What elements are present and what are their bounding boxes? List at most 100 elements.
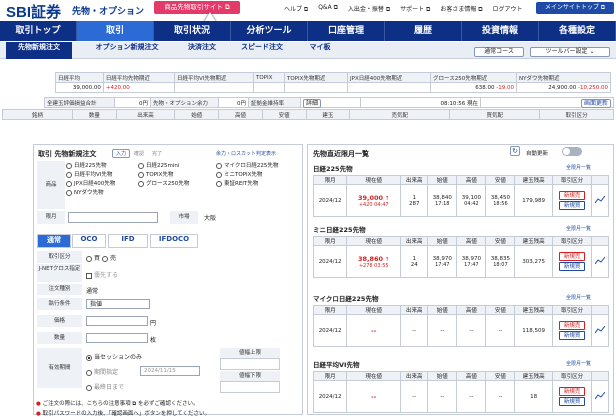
- tab-my-board[interactable]: マイ板: [300, 42, 340, 59]
- all-months-link[interactable]: 全限月一覧: [566, 164, 591, 171]
- col-head: 高値: [456, 305, 487, 315]
- tab-settlement-order[interactable]: 決済注文: [178, 42, 226, 59]
- chart-icon[interactable]: [591, 245, 609, 278]
- nav-account[interactable]: 口座管理: [308, 21, 385, 41]
- margin-losscut-link[interactable]: 余力・ロスカット判定表示: [216, 150, 276, 157]
- all-months-link[interactable]: 全限月一覧: [566, 360, 591, 367]
- product-growth250[interactable]: グロース250先物: [138, 180, 216, 189]
- col-head: [591, 236, 609, 246]
- high-cell: 38,970 17:47: [456, 245, 487, 278]
- help-link[interactable]: ヘルプ ⧉: [284, 4, 308, 14]
- limit-up-label: 値幅上限: [220, 348, 280, 358]
- product-jpx400[interactable]: JPX日経400先物: [66, 180, 138, 189]
- period-last-day[interactable]: 最終日まで: [86, 382, 124, 391]
- nav-analysis-tools[interactable]: 分析ツール: [231, 21, 308, 41]
- product-reit[interactable]: 東証REIT先物: [216, 180, 298, 189]
- tab-ifdoco[interactable]: IFDOCO: [150, 234, 198, 248]
- tab-option-new-order[interactable]: オプション新規注文: [84, 42, 170, 59]
- period-today[interactable]: 当セッションのみ: [86, 352, 142, 361]
- tab-ifd[interactable]: IFD: [108, 234, 148, 248]
- condition-label: 執行条件: [37, 298, 82, 310]
- new-sell-button[interactable]: 新規売: [559, 191, 586, 200]
- col-head: 安値: [485, 175, 516, 185]
- open-interest-cell: 179,989: [514, 184, 553, 217]
- sell-radio[interactable]: 売: [101, 255, 116, 262]
- nav-trade[interactable]: 取引: [77, 21, 154, 41]
- tab-futures-new-order[interactable]: 先物新規注文: [6, 42, 72, 59]
- new-sell-button[interactable]: 新規売: [559, 387, 586, 396]
- product-micro225[interactable]: マイクロ日経225先物: [216, 162, 298, 171]
- product-vi[interactable]: 日経平均VI先物: [66, 171, 138, 180]
- section-title: 日経225先物: [313, 165, 353, 173]
- chart-icon[interactable]: [591, 380, 609, 413]
- value: 詳細: [300, 97, 361, 108]
- chart-icon[interactable]: [591, 314, 609, 347]
- low-cell: 38,835 18:07: [485, 245, 516, 278]
- all-months-link[interactable]: 全限月一覧: [566, 225, 591, 232]
- nav-trade-top[interactable]: 取引トップ: [0, 21, 77, 41]
- new-buy-button[interactable]: 新規買: [559, 331, 586, 340]
- new-sell-button[interactable]: 新規売: [559, 252, 586, 261]
- jnet-label: J-NETクロス指定: [37, 264, 82, 282]
- col-head: 高値: [456, 236, 487, 246]
- nav-settings[interactable]: 各種設定: [539, 21, 616, 41]
- qa-link[interactable]: Q&A ⧉: [318, 4, 338, 14]
- product-nydow[interactable]: NYダウ先物: [66, 189, 138, 198]
- new-buy-button[interactable]: 新規買: [559, 201, 586, 210]
- period-range[interactable]: 期間指定: [86, 367, 118, 376]
- deposit-link[interactable]: 入出金・振替 ⧉: [348, 4, 390, 14]
- site-name: 先物・オプション: [72, 7, 145, 17]
- col-head: 限月: [312, 236, 348, 246]
- nav-trade-status[interactable]: 取引状況: [154, 21, 231, 41]
- all-months-link[interactable]: 全限月一覧: [566, 294, 591, 301]
- price-panel-title: 先物直近限月一覧: [313, 150, 369, 158]
- normal-course-button[interactable]: 通常コース: [474, 47, 524, 57]
- col-head: 始値: [427, 236, 458, 246]
- tab-speed-order[interactable]: スピード注文: [232, 42, 292, 59]
- product-nikkei225mini[interactable]: 日経225mini: [138, 162, 216, 171]
- logout-link[interactable]: ログアウト: [493, 4, 523, 14]
- idx-head: グロース250先物期近: [430, 72, 517, 83]
- idx-value: 24,900.00 -10,250.00: [516, 82, 611, 93]
- refresh-button[interactable]: 画面更新: [580, 99, 611, 108]
- toolbar-settings-button[interactable]: ツールバー設定 ⌄: [530, 47, 610, 57]
- limit-down-label: 値幅下限: [220, 371, 280, 381]
- chart-icon[interactable]: [591, 184, 609, 217]
- low-cell: 38,450 18:56: [485, 184, 516, 217]
- detail-button[interactable]: 詳細: [303, 99, 322, 108]
- date-input[interactable]: 2024/11/15: [140, 366, 200, 376]
- product-topix[interactable]: TOPIX先物: [138, 171, 216, 180]
- month-select[interactable]: [68, 212, 158, 223]
- buy-radio[interactable]: 買: [86, 255, 100, 262]
- refresh-icon[interactable]: ↻: [510, 146, 520, 156]
- position-header: 銘柄 数量 出来高 始値 高値 安値 建玉 売気配 買気配 取引区分: [2, 109, 614, 120]
- limit-down-value: [220, 381, 280, 393]
- jnet-checkbox[interactable]: 優先する: [86, 270, 118, 279]
- tab-oco[interactable]: OCO: [72, 234, 106, 248]
- new-sell-button[interactable]: 新規売: [559, 321, 586, 330]
- col-head: 限月: [312, 175, 348, 185]
- volume-cell: --: [400, 380, 429, 413]
- price-input[interactable]: [86, 316, 148, 326]
- new-buy-button[interactable]: 新規買: [559, 397, 586, 406]
- high-cell: --: [456, 380, 487, 413]
- tab-normal-order[interactable]: 通常: [37, 234, 71, 248]
- sbi-logo[interactable]: SBI証券: [6, 1, 61, 22]
- product-mini-topix[interactable]: ミニTOPIX先物: [216, 171, 298, 180]
- open-interest-cell: 18: [514, 380, 553, 413]
- main-site-button[interactable]: メインサイトトップ ⧉: [536, 2, 614, 14]
- col-head: 限月: [312, 305, 348, 315]
- new-buy-button[interactable]: 新規買: [559, 262, 586, 271]
- support-link[interactable]: サポート ⧉: [400, 4, 430, 14]
- qty-input[interactable]: [86, 333, 148, 343]
- nav-investment-info[interactable]: 投資情報: [462, 21, 539, 41]
- condition-select[interactable]: 指値: [86, 299, 150, 309]
- col-head: 現在値: [346, 236, 402, 246]
- volume-cell: --: [400, 314, 429, 347]
- commodity-site-button[interactable]: 商品先物取引サイト ⧉: [154, 1, 240, 14]
- auto-refresh-toggle[interactable]: [562, 147, 582, 156]
- col-head: 銘柄: [2, 109, 73, 120]
- nav-history[interactable]: 履歴: [385, 21, 462, 41]
- product-nikkei225[interactable]: 日経225先物: [66, 162, 138, 171]
- customer-info-link[interactable]: お客さま情報 ⧉: [440, 4, 482, 14]
